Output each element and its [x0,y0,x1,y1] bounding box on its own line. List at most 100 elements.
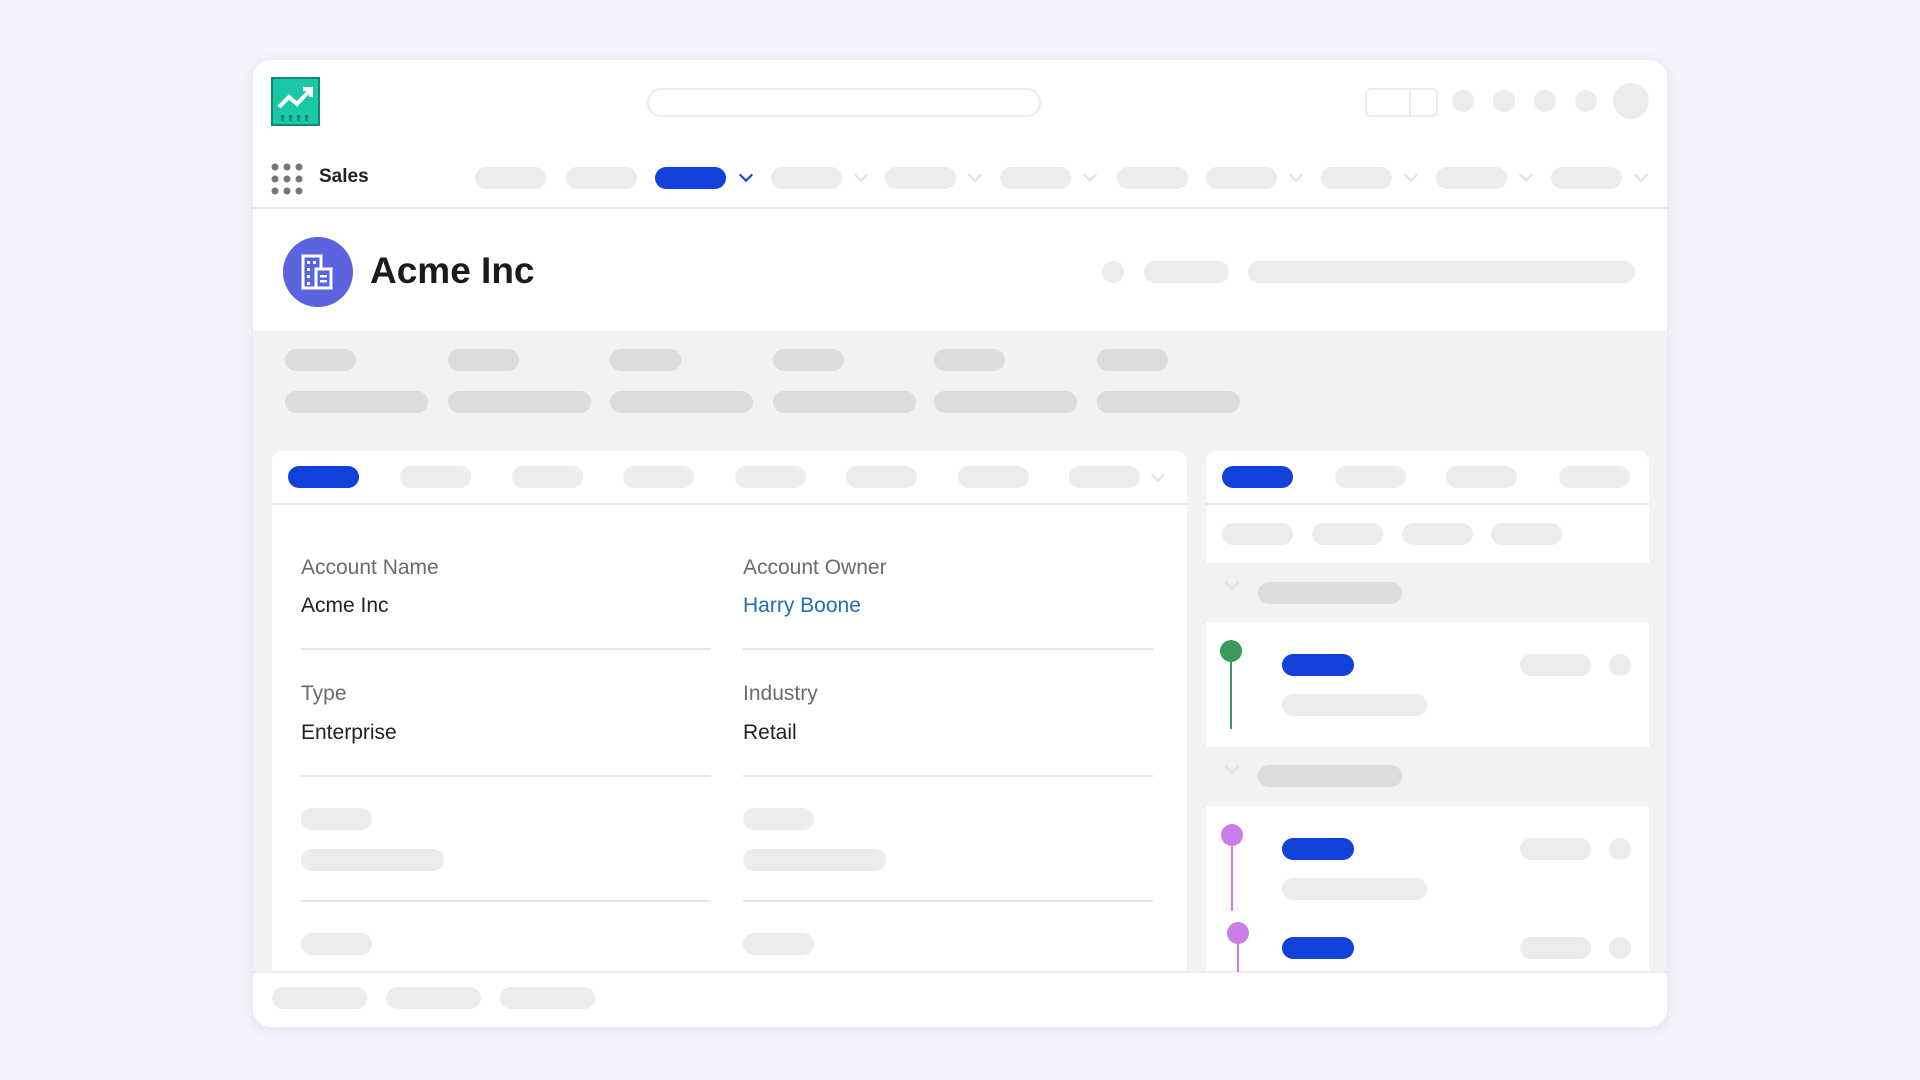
activity-tab[interactable] [1446,466,1517,488]
nav-tab[interactable] [1436,167,1507,189]
activity-menu-button[interactable] [1609,937,1631,959]
detail-tab[interactable] [958,466,1029,488]
field-divider [743,648,1153,650]
activity-menu-button[interactable] [1609,838,1631,860]
chevron-down-icon[interactable] [1403,167,1419,183]
follow-icon[interactable] [1102,261,1124,283]
header-icon-1[interactable] [1452,90,1474,112]
global-search-input[interactable] [647,88,1041,117]
highlight-value [610,391,753,413]
field-label-industry: Industry [743,682,818,705]
tabs-divider [272,503,1187,505]
activity-timeline-line [1230,650,1232,729]
nav-tab[interactable] [1117,167,1188,189]
field-label-placeholder [743,933,814,955]
activity-filter[interactable] [1491,523,1562,545]
activity-menu-button[interactable] [1609,654,1631,676]
nav-tab[interactable] [1321,167,1392,189]
detail-tab[interactable] [1069,466,1140,488]
nav-tab[interactable] [1206,167,1277,189]
detail-tab[interactable] [735,466,806,488]
highlight-label [285,349,356,371]
highlight-value [934,391,1077,413]
header-icon-3[interactable] [1534,90,1556,112]
chevron-down-icon[interactable] [853,167,869,183]
header-action-button[interactable] [1144,261,1229,283]
activity-tab[interactable] [1335,466,1406,488]
activity-date [1520,838,1591,860]
nav-tab[interactable] [885,167,956,189]
highlight-value [285,391,428,413]
nav-tab[interactable] [566,167,637,189]
field-divider [301,775,711,777]
highlight-value [773,391,916,413]
chevron-down-icon[interactable] [1082,167,1098,183]
nav-tab[interactable] [655,167,726,189]
activity-description [1282,694,1427,716]
activity-timeline-line [1231,834,1233,911]
nav-tab[interactable] [1000,167,1071,189]
detail-tab[interactable] [846,466,917,488]
utility-item[interactable] [386,987,481,1009]
detail-tab[interactable] [512,466,583,488]
field-value-account-name: Acme Inc [301,594,389,617]
chevron-down-icon[interactable] [1633,167,1649,183]
activity-date [1520,654,1591,676]
activity-filter[interactable] [1312,523,1383,545]
activity-subject-link[interactable] [1282,937,1354,959]
field-divider [301,648,711,650]
activity-description [1282,878,1427,900]
chevron-down-icon[interactable] [738,167,754,183]
field-label-placeholder [743,808,814,830]
highlight-value [1097,391,1240,413]
nav-tab[interactable] [475,167,546,189]
record-title: Acme Inc [370,250,535,291]
building-icon [301,254,333,290]
record-avatar [283,237,353,307]
field-label-type: Type [301,682,347,705]
app-launcher-icon[interactable] [271,163,303,195]
field-label-placeholder [301,933,372,955]
user-avatar[interactable] [1613,83,1649,119]
activity-subject-link[interactable] [1282,838,1354,860]
nav-divider [253,207,1667,209]
detail-tab[interactable] [400,466,471,488]
highlight-label [773,349,844,371]
detail-tab[interactable] [288,466,359,488]
highlight-label [934,349,1005,371]
field-label-account-owner: Account Owner [743,556,887,579]
activity-filter[interactable] [1402,523,1473,545]
field-divider [743,775,1153,777]
activity-timeline-line [1237,932,1239,972]
field-value-account-owner-link[interactable]: Harry Boone [743,594,861,618]
activity-subject-link[interactable] [1282,654,1354,676]
details-card [272,451,1187,971]
activity-tabs-divider [1206,503,1649,505]
utility-item[interactable] [500,987,595,1009]
field-value-industry: Retail [743,721,797,744]
header-action-bar[interactable] [1248,261,1635,283]
highlight-label [448,349,519,371]
activity-tab[interactable] [1559,466,1630,488]
chevron-down-icon[interactable] [1288,167,1304,183]
app-name: Sales [319,166,369,187]
chevron-down-icon[interactable] [1518,167,1534,183]
view-toggle[interactable] [1365,88,1438,117]
field-value-placeholder [743,849,886,871]
field-label-placeholder [301,808,372,830]
utility-item[interactable] [272,987,367,1009]
activity-tab[interactable] [1222,466,1293,488]
header-icon-2[interactable] [1493,90,1515,112]
app-window: Sales Acme Inc Account Name Acme Inc Acc… [253,60,1667,1027]
activity-group-title [1258,582,1402,604]
detail-tab[interactable] [623,466,694,488]
highlight-label [610,349,681,371]
field-value-type: Enterprise [301,721,397,744]
field-divider [301,900,711,902]
app-logo[interactable] [271,77,320,126]
nav-tab[interactable] [1551,167,1622,189]
nav-tab[interactable] [771,167,842,189]
activity-filter[interactable] [1222,523,1293,545]
chevron-down-icon[interactable] [967,167,983,183]
header-icon-4[interactable] [1575,90,1597,112]
